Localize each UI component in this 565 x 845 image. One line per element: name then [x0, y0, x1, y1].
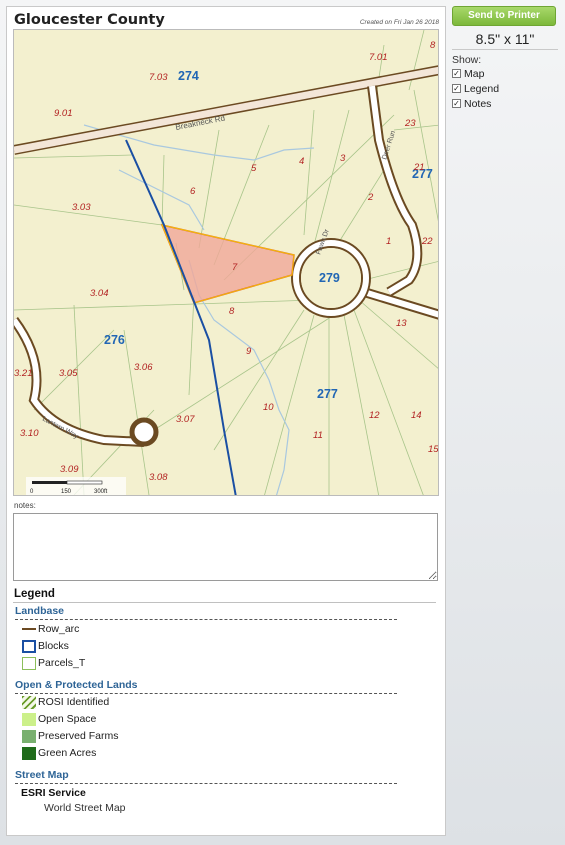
legend-title: Legend — [14, 588, 55, 600]
lot-label: 10 — [263, 402, 274, 413]
show-notes-toggle[interactable]: ✓ Notes — [452, 96, 558, 111]
notes-label: notes: — [14, 501, 36, 510]
checkbox-checked-icon[interactable]: ✓ — [452, 84, 461, 93]
lot-label: 3.10 — [20, 428, 39, 439]
lot-label: 3.07 — [176, 414, 195, 425]
lot-label: 13 — [396, 318, 407, 329]
lot-label: 7.03 — [149, 72, 168, 83]
lot-label: 3.04 — [90, 288, 109, 299]
lot-label: 8 — [430, 40, 436, 51]
lot-label: 8 — [229, 306, 235, 317]
scale-bar: 0 150 300ft — [26, 477, 126, 495]
lot-label: 7.01 — [369, 52, 388, 63]
block-label: 274 — [178, 69, 199, 83]
lot-label: 14 — [411, 410, 422, 421]
legend-item-preserved-farms: Preserved Farms — [22, 729, 119, 743]
lot-label: 4 — [299, 156, 304, 167]
legend-item-open-space: Open Space — [22, 712, 96, 726]
row-arc-line-icon — [22, 628, 36, 630]
lot-label: 3.03 — [72, 202, 91, 213]
lot-label: 12 — [369, 410, 380, 421]
legend-item-blocks: Blocks — [22, 639, 69, 653]
legend-group-divider — [15, 783, 397, 784]
esri-service-label: ESRI Service — [21, 787, 86, 799]
send-to-printer-button[interactable]: Send to Printer — [452, 6, 556, 26]
lot-label: 7 — [232, 262, 238, 273]
world-street-map-label: World Street Map — [44, 802, 126, 814]
hatch-icon — [22, 695, 36, 709]
paper-size: 8.5" x 11" — [452, 31, 558, 50]
notes-textarea[interactable] — [13, 513, 438, 581]
blocks-box-icon — [22, 639, 36, 653]
lot-label: 3.06 — [134, 362, 153, 373]
lot-label: 22 — [421, 236, 433, 247]
block-label: 279 — [319, 271, 340, 285]
lot-label: 15 — [428, 444, 439, 455]
legend-item-row-arc: Row_arc — [22, 622, 79, 636]
lot-label: 6 — [190, 186, 196, 197]
map-frame[interactable]: Breakneck Rd Lantern Way Fawn Dr Deer Ru… — [13, 29, 439, 496]
light-green-icon — [22, 712, 36, 726]
lot-label: 3.21 — [14, 368, 33, 379]
mid-green-icon — [22, 729, 36, 743]
svg-text:150: 150 — [61, 489, 72, 495]
lot-label: 11 — [313, 430, 323, 441]
block-label: 277 — [317, 387, 338, 401]
created-date: Created on Fri Jan 26 2018 — [359, 19, 439, 26]
legend-group-landbase: Landbase — [15, 605, 65, 617]
legend-divider — [13, 602, 436, 603]
map-svg[interactable]: Breakneck Rd Lantern Way Fawn Dr Deer Ru… — [14, 30, 439, 496]
page-title: Gloucester County — [14, 12, 165, 28]
legend-group-street-map: Street Map — [15, 769, 69, 781]
legend-item-parcels: Parcels_T — [22, 656, 85, 670]
parcels-box-icon — [22, 656, 36, 670]
lot-label: 5 — [251, 163, 257, 174]
print-page: Gloucester County Created on Fri Jan 26 … — [6, 6, 446, 836]
lot-label: 3.09 — [60, 464, 79, 475]
lot-label: 3 — [340, 153, 346, 164]
lot-label: 1 — [386, 236, 391, 247]
legend-group-open-lands: Open & Protected Lands — [15, 679, 138, 691]
dark-green-icon — [22, 746, 36, 760]
lot-label: 9 — [246, 346, 252, 357]
svg-text:300ft: 300ft — [94, 489, 108, 495]
block-label: 276 — [104, 333, 125, 347]
print-sidebar: Send to Printer 8.5" x 11" Show: ✓ Map ✓… — [452, 6, 558, 111]
lot-label: 21 — [413, 162, 425, 173]
show-legend-toggle[interactable]: ✓ Legend — [452, 81, 558, 96]
legend-group-divider — [15, 619, 397, 620]
lot-label: 23 — [404, 118, 416, 129]
legend-item-green-acres: Green Acres — [22, 746, 96, 760]
legend-item-rosi: ROSI Identified — [22, 695, 109, 709]
lot-label: 3.08 — [149, 472, 168, 483]
lot-label: 9.01 — [54, 108, 73, 119]
show-map-toggle[interactable]: ✓ Map — [452, 66, 558, 81]
legend-group-divider — [15, 693, 397, 694]
checkbox-checked-icon[interactable]: ✓ — [452, 69, 461, 78]
checkbox-checked-icon[interactable]: ✓ — [452, 99, 461, 108]
show-label: Show: — [452, 54, 482, 66]
lot-label: 2 — [367, 192, 374, 203]
lot-label: 3.05 — [59, 368, 78, 379]
